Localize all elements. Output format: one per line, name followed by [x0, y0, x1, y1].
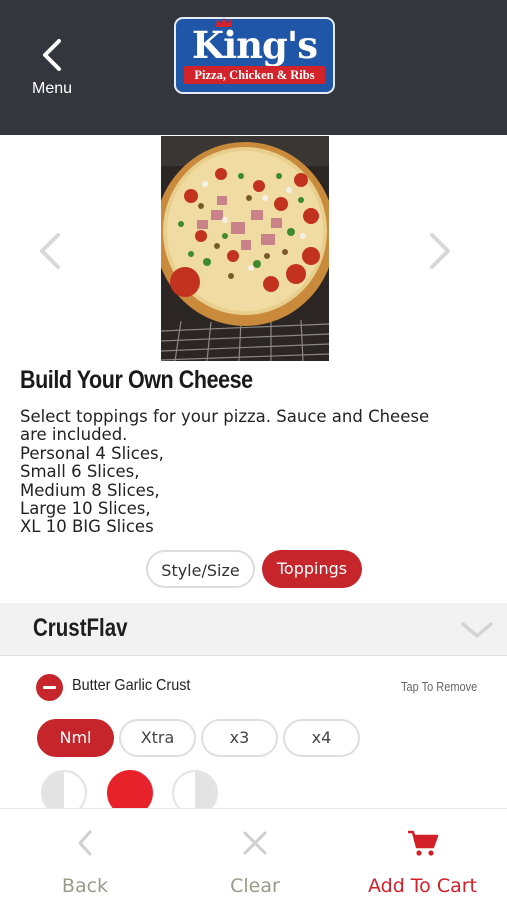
tab-toppings[interactable]: Toppings	[262, 550, 362, 588]
description-line: Medium 8 Slices,	[20, 480, 160, 500]
logo-name: King's	[191, 23, 318, 67]
chevron-left-icon[interactable]	[34, 231, 64, 271]
amount-extra-button[interactable]: Xtra	[119, 719, 196, 757]
section-header[interactable]: CrustFlav	[0, 603, 507, 656]
chevron-right-icon[interactable]	[426, 231, 456, 271]
add-to-cart-button[interactable]: Add To Cart	[350, 809, 495, 901]
portion-options	[0, 770, 507, 808]
bottom-action-bar: Back Clear Add To Cart	[0, 808, 507, 901]
description-line: XL 10 BIG Slices	[20, 517, 154, 537]
clear-label: Clear	[230, 875, 280, 897]
kings-logo: King's Pizza, Chicken & Ribs	[174, 17, 335, 94]
app-header: Menu King's Pizza, Chicken & Ribs	[0, 0, 507, 135]
description-line: Select toppings for your pizza. Sauce an…	[20, 407, 430, 426]
cart-icon	[407, 830, 438, 856]
chevron-left-icon	[78, 830, 92, 856]
product-image-carousel	[0, 135, 507, 361]
minus-circle-icon[interactable]	[36, 674, 63, 701]
product-description: Select toppings for your pizza. Sauce an…	[20, 407, 490, 537]
product-title: Build Your Own Cheese	[20, 366, 253, 394]
back-label: Back	[61, 875, 109, 897]
description-line: Small 6 Slices,	[20, 462, 140, 482]
topping-item[interactable]: Butter Garlic Crust Tap To Remove	[0, 670, 507, 706]
close-icon	[243, 831, 267, 855]
amount-normal-button[interactable]: Nml	[37, 719, 114, 757]
tab-style-size[interactable]: Style/Size	[146, 550, 255, 588]
topping-name: Butter Garlic Crust	[72, 677, 191, 694]
section-title: CrustFlav	[33, 614, 128, 642]
description-line: Personal 4 Slices,	[20, 443, 164, 463]
clear-button[interactable]: Clear	[190, 809, 320, 901]
amount-x3-button[interactable]: x3	[201, 719, 278, 757]
pizza-photo	[161, 136, 329, 361]
portion-left-half-icon[interactable]	[41, 770, 87, 808]
remove-hint: Tap To Remove	[401, 680, 478, 694]
amount-x4-button[interactable]: x4	[283, 719, 360, 757]
logo-tagline: Pizza, Chicken & Ribs	[184, 66, 325, 84]
chevron-down-icon[interactable]	[460, 620, 494, 640]
add-to-cart-label: Add To Cart	[367, 875, 478, 897]
description-line: are included.	[20, 425, 128, 445]
chevron-left-icon	[43, 39, 61, 71]
menu-label: Menu	[31, 80, 73, 97]
portion-right-half-icon[interactable]	[172, 770, 218, 808]
description-line: Large 10 Slices,	[20, 499, 151, 519]
back-button[interactable]: Back	[20, 809, 150, 901]
menu-button[interactable]: Menu	[20, 38, 84, 110]
crown-icon	[216, 18, 232, 27]
portion-whole-icon[interactable]	[107, 770, 153, 808]
